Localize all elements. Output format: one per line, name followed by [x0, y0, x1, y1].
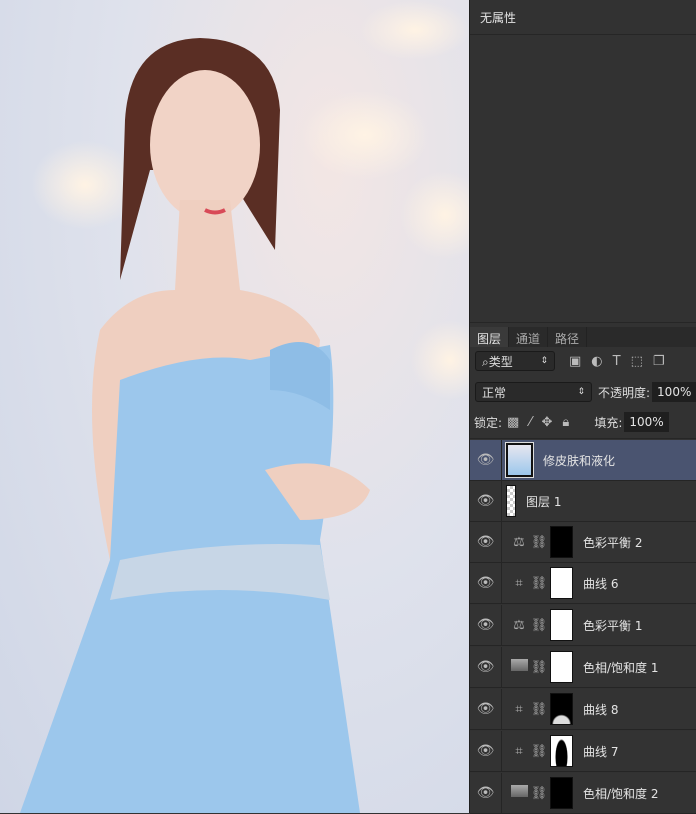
layer-row[interactable]: 👁︎ ⚖ ⛓ 色彩平衡 2 — [470, 522, 696, 563]
layer-filter-select[interactable]: ⌕类型 ⇕ — [475, 351, 555, 371]
layer-mask[interactable] — [550, 777, 573, 809]
visibility-eye-icon[interactable]: 👁︎ — [470, 731, 502, 771]
layer-name: 曲线 6 — [583, 576, 619, 591]
layer-thumbnail — [506, 485, 516, 517]
tab-paths[interactable]: 路径 — [548, 327, 588, 347]
layer-row[interactable]: 👁︎ ⚖ ⛓ 色彩平衡 1 — [470, 605, 696, 646]
opacity-label: 不透明度: — [598, 385, 651, 400]
layer-name: 曲线 7 — [583, 744, 619, 759]
hue-saturation-icon — [508, 659, 530, 675]
panel-area: 无属性 图层 通道 路径 ⌕类型 ⇕ ▣ ◐ T ⬚ ❐ 正常 ⇕ 不透明度: 10… — [469, 0, 696, 814]
panel-tabs: 图层 通道 路径 — [470, 327, 696, 347]
chain-link-icon[interactable]: ⛓ — [530, 786, 548, 801]
tab-channels[interactable]: 通道 — [509, 327, 549, 347]
layer-thumbnail — [505, 442, 534, 478]
color-balance-icon: ⚖ — [513, 617, 525, 633]
chain-link-icon[interactable]: ⛓ — [530, 744, 548, 759]
layer-row[interactable]: 👁︎ ⛓ 色相/饱和度 2 — [470, 773, 696, 814]
layer-mask[interactable] — [550, 693, 573, 725]
layer-row[interactable]: 👁︎ ⌗ ⛓ 曲线 6 — [470, 563, 696, 604]
curves-icon: ⌗ — [515, 743, 523, 759]
fill-input[interactable]: 100% — [624, 412, 669, 432]
lock-label: 锁定: — [474, 415, 503, 430]
visibility-eye-icon[interactable]: 👁︎ — [470, 481, 502, 521]
chain-link-icon[interactable]: ⛓ — [530, 702, 548, 717]
visibility-eye-icon[interactable]: 👁︎ — [470, 773, 502, 813]
visibility-eye-icon[interactable]: 👁︎ — [470, 440, 502, 480]
type-filter-icon[interactable]: T — [613, 354, 621, 369]
visibility-eye-icon[interactable]: 👁︎ — [470, 689, 502, 729]
layer-row[interactable]: 👁︎ ⌗ ⛓ 曲线 8 — [470, 689, 696, 730]
color-balance-icon: ⚖ — [513, 534, 525, 550]
layer-row[interactable]: 👁︎ 图层 1 — [470, 481, 696, 522]
visibility-eye-icon[interactable]: 👁︎ — [470, 647, 502, 687]
image-filter-icon[interactable]: ▣ — [569, 354, 581, 369]
chevron-updown-icon: ⇕ — [577, 387, 585, 397]
layer-row[interactable]: 👁︎ ⛓ 色相/饱和度 1 — [470, 647, 696, 688]
chain-link-icon[interactable]: ⛓ — [530, 618, 548, 633]
layer-mask[interactable] — [550, 735, 573, 767]
layer-row[interactable]: 👁︎ 修皮肤和液化 — [470, 440, 696, 481]
curves-icon: ⌗ — [515, 701, 523, 717]
layer-mask[interactable] — [550, 567, 573, 599]
hue-saturation-icon — [508, 785, 530, 801]
tab-layers[interactable]: 图层 — [470, 327, 510, 347]
layer-mask[interactable] — [550, 651, 573, 683]
chain-link-icon[interactable]: ⛓ — [530, 576, 548, 591]
search-icon: ⌕ — [482, 354, 489, 369]
layer-name: 色彩平衡 2 — [583, 535, 643, 550]
layer-name: 图层 1 — [526, 494, 562, 509]
shape-filter-icon[interactable]: ⬚ — [631, 354, 643, 369]
woman-figure — [20, 38, 370, 813]
layer-name: 曲线 8 — [583, 702, 619, 717]
visibility-eye-icon[interactable]: 👁︎ — [470, 605, 502, 645]
properties-title: 无属性 — [480, 11, 517, 25]
layer-name: 色彩平衡 1 — [583, 618, 643, 633]
layer-row[interactable]: 👁︎ ⌗ ⛓ 曲线 7 — [470, 731, 696, 772]
visibility-eye-icon[interactable]: 👁︎ — [470, 563, 502, 603]
layer-mask[interactable] — [550, 526, 573, 558]
lock-transparent-icon[interactable]: ▩ — [507, 415, 519, 430]
visibility-eye-icon[interactable]: 👁︎ — [470, 522, 502, 562]
lock-all-icon[interactable]: 🔒︎ — [562, 415, 569, 430]
adjustment-filter-icon[interactable]: ◐ — [591, 354, 602, 369]
layer-name: 色相/饱和度 2 — [583, 786, 659, 801]
lock-move-icon[interactable]: ✥ — [542, 415, 553, 430]
lock-brush-icon[interactable]: ⁄ — [529, 415, 531, 430]
layer-name: 修皮肤和液化 — [543, 453, 616, 468]
canvas-photo[interactable] — [0, 0, 469, 813]
chain-link-icon[interactable]: ⛓ — [530, 535, 548, 550]
layer-name: 色相/饱和度 1 — [583, 660, 659, 675]
blend-mode-select[interactable]: 正常 ⇕ — [475, 382, 592, 402]
layer-mask[interactable] — [550, 609, 573, 641]
chevron-updown-icon: ⇕ — [540, 356, 548, 366]
opacity-input[interactable]: 100% — [652, 382, 696, 402]
fill-label: 填充: — [594, 415, 623, 430]
curves-icon: ⌗ — [515, 575, 523, 591]
chain-link-icon[interactable]: ⛓ — [530, 660, 548, 675]
smart-object-filter-icon[interactable]: ❐ — [653, 354, 665, 369]
